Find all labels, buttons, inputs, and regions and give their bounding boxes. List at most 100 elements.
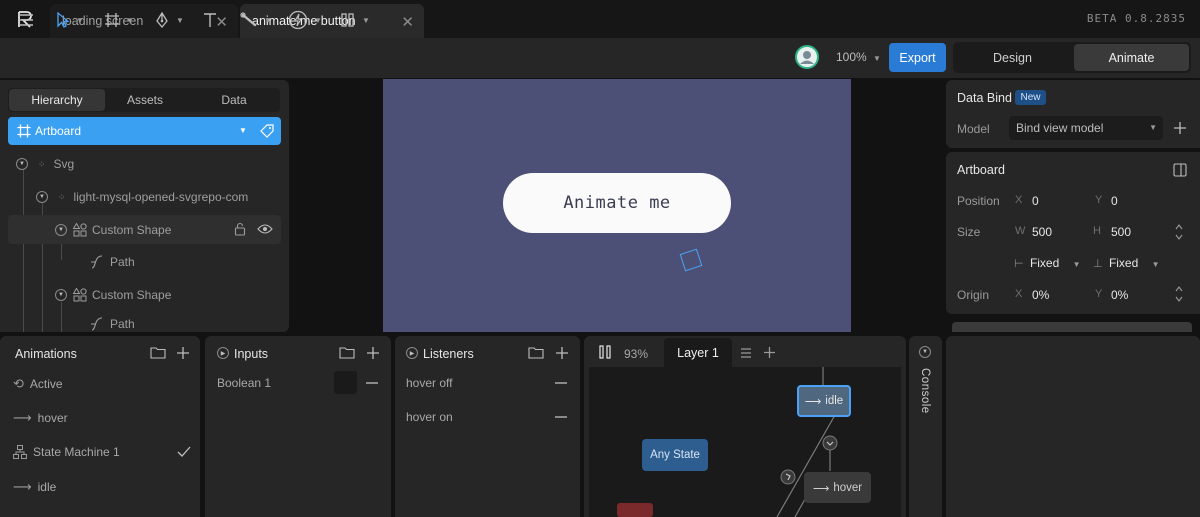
animation-item-state-machine[interactable]: State Machine 1 bbox=[13, 445, 120, 459]
remove-listener-icon[interactable] bbox=[555, 416, 567, 418]
height-mode-dropdown[interactable]: ⊥ Fixed ▼ bbox=[1093, 256, 1160, 270]
animation-item-label: hover bbox=[37, 411, 68, 425]
menu-icon[interactable] bbox=[18, 8, 34, 32]
tab-assets[interactable]: Assets bbox=[100, 89, 190, 111]
chevron-down-icon[interactable]: ▼ bbox=[36, 191, 48, 203]
origin-x-input[interactable]: 0% bbox=[1032, 288, 1049, 302]
zoom-level-dropdown[interactable]: 100% ▼ bbox=[836, 50, 881, 64]
boolean-checkbox[interactable] bbox=[334, 371, 357, 394]
position-y-input[interactable]: 0 bbox=[1111, 194, 1118, 208]
chevron-down-icon[interactable]: ▼ bbox=[919, 346, 931, 358]
tree-item-label: light-mysql-opened-svgrepo-com bbox=[73, 190, 249, 204]
y-axis-label: Y bbox=[1095, 194, 1103, 206]
link-dimensions-icon[interactable] bbox=[1174, 223, 1184, 241]
close-icon[interactable]: ✕ bbox=[401, 13, 414, 31]
bone-icon bbox=[240, 12, 257, 27]
list-icon[interactable] bbox=[740, 347, 752, 359]
layout-tool-button[interactable]: ▼ bbox=[340, 8, 370, 32]
chevron-down-icon[interactable]: ▼ bbox=[55, 224, 67, 236]
tag-icon[interactable] bbox=[260, 124, 274, 138]
listener-item-hover-off[interactable]: hover off bbox=[406, 376, 452, 390]
animation-item-label: Active bbox=[29, 377, 63, 391]
add-icon[interactable] bbox=[1173, 121, 1187, 135]
size-label: Size bbox=[957, 225, 981, 239]
pen-tool-button[interactable]: ▼ bbox=[154, 8, 184, 32]
tree-item-label: Custom Shape bbox=[92, 223, 172, 237]
chevron-down-icon[interactable]: ▼ bbox=[239, 126, 247, 135]
animate-mode-button[interactable]: Animate bbox=[1074, 44, 1189, 71]
remove-listener-icon[interactable] bbox=[555, 382, 567, 384]
animation-item-hover[interactable]: ⟶ hover bbox=[13, 410, 68, 426]
shapes-icon bbox=[73, 288, 87, 302]
console-panel bbox=[909, 336, 942, 517]
model-select-value: Bind view model bbox=[1016, 121, 1104, 135]
tab-layer-1[interactable]: Layer 1 bbox=[664, 338, 732, 367]
input-item-boolean[interactable]: Boolean 1 bbox=[217, 376, 271, 390]
animation-item-idle[interactable]: ⟶ idle bbox=[13, 479, 56, 495]
listener-item-hover-on[interactable]: hover on bbox=[406, 410, 453, 424]
origin-stepper-icon[interactable] bbox=[1174, 285, 1184, 303]
state-node-idle[interactable]: ⟶ idle bbox=[797, 385, 851, 417]
add-input-icon[interactable] bbox=[366, 346, 380, 360]
chevron-down-icon: ▼ bbox=[76, 15, 84, 25]
add-listener-icon[interactable] bbox=[555, 346, 569, 360]
panel-layout-icon[interactable] bbox=[1173, 163, 1187, 177]
chevron-right-icon[interactable]: ▶ bbox=[217, 347, 229, 359]
graph-zoom[interactable]: 93% bbox=[624, 347, 648, 361]
tree-item-custom-shape[interactable]: ▼ Custom Shape bbox=[55, 217, 171, 243]
artboard-tool-button[interactable]: ▼ bbox=[104, 8, 134, 32]
frame-icon bbox=[17, 124, 31, 138]
vertical-fixed-icon: ⊥ bbox=[1093, 258, 1103, 270]
chevron-down-icon[interactable]: ▼ bbox=[16, 158, 28, 170]
select-tool-button[interactable]: ▼ bbox=[56, 8, 84, 32]
pause-icon[interactable] bbox=[598, 345, 612, 359]
tree-guide bbox=[23, 170, 24, 332]
animate-me-button-shape[interactable]: Animate me bbox=[503, 173, 731, 233]
state-node-label: idle bbox=[825, 395, 844, 407]
shapes-icon bbox=[73, 223, 87, 237]
tree-item-path[interactable]: Path bbox=[90, 314, 135, 332]
text-tool-button[interactable] bbox=[202, 8, 218, 32]
frame-icon bbox=[105, 13, 119, 27]
remove-input-icon[interactable] bbox=[366, 382, 378, 384]
width-input[interactable]: 500 bbox=[1032, 225, 1052, 239]
height-input[interactable]: 500 bbox=[1111, 225, 1131, 239]
bone-tool-button[interactable]: ▼ bbox=[240, 8, 272, 32]
eye-icon[interactable] bbox=[257, 224, 273, 234]
folder-icon[interactable] bbox=[339, 346, 355, 359]
animation-item-active[interactable]: ⟲ Active bbox=[13, 376, 63, 392]
state-node-any-state[interactable]: Any State bbox=[642, 439, 708, 471]
tab-data[interactable]: Data bbox=[190, 89, 278, 111]
console-toggle[interactable]: Console bbox=[919, 368, 931, 414]
add-layer-icon[interactable] bbox=[763, 346, 776, 359]
design-mode-button[interactable]: Design bbox=[955, 44, 1070, 71]
folder-icon[interactable] bbox=[150, 346, 166, 359]
lock-icon[interactable] bbox=[234, 222, 246, 236]
tree-item-label: Svg bbox=[53, 157, 75, 171]
tab-hierarchy[interactable]: Hierarchy bbox=[9, 89, 105, 111]
add-animation-icon[interactable] bbox=[176, 346, 190, 360]
origin-y-input[interactable]: 0% bbox=[1111, 288, 1128, 302]
arrow-right-icon: ⟶ bbox=[812, 482, 830, 495]
tree-item-label: Path bbox=[110, 317, 135, 331]
export-button[interactable]: Export bbox=[889, 43, 946, 72]
model-select[interactable]: Bind view model ▼ bbox=[1009, 116, 1163, 140]
inputs-title: Inputs bbox=[234, 347, 269, 361]
chevron-right-icon[interactable]: ▶ bbox=[406, 347, 418, 359]
events-tool-button[interactable]: ▼ bbox=[288, 8, 322, 32]
width-mode-dropdown[interactable]: ⊢ Fixed ▼ bbox=[1014, 256, 1081, 270]
tree-item-artboard[interactable]: Artboard ▼ bbox=[8, 117, 281, 145]
chevron-down-icon: ▼ bbox=[264, 15, 272, 25]
avatar[interactable] bbox=[795, 45, 819, 69]
x-axis-label: X bbox=[1015, 194, 1023, 206]
tree-item-group[interactable]: ▼ ⁘ light-mysql-opened-svgrepo-com bbox=[36, 184, 248, 210]
position-x-input[interactable]: 0 bbox=[1032, 194, 1039, 208]
tree-item-path[interactable]: Path bbox=[90, 249, 135, 275]
listeners-title: Listeners bbox=[423, 347, 474, 361]
tree-item-svg[interactable]: ▼ ⁘ Svg bbox=[16, 151, 74, 177]
folder-icon[interactable] bbox=[528, 346, 544, 359]
state-node-hover[interactable]: ⟶ hover bbox=[804, 472, 871, 503]
collapsed-section[interactable] bbox=[952, 322, 1192, 332]
chevron-down-icon[interactable]: ▼ bbox=[55, 289, 67, 301]
tree-item-custom-shape[interactable]: ▼ Custom Shape bbox=[55, 282, 171, 308]
